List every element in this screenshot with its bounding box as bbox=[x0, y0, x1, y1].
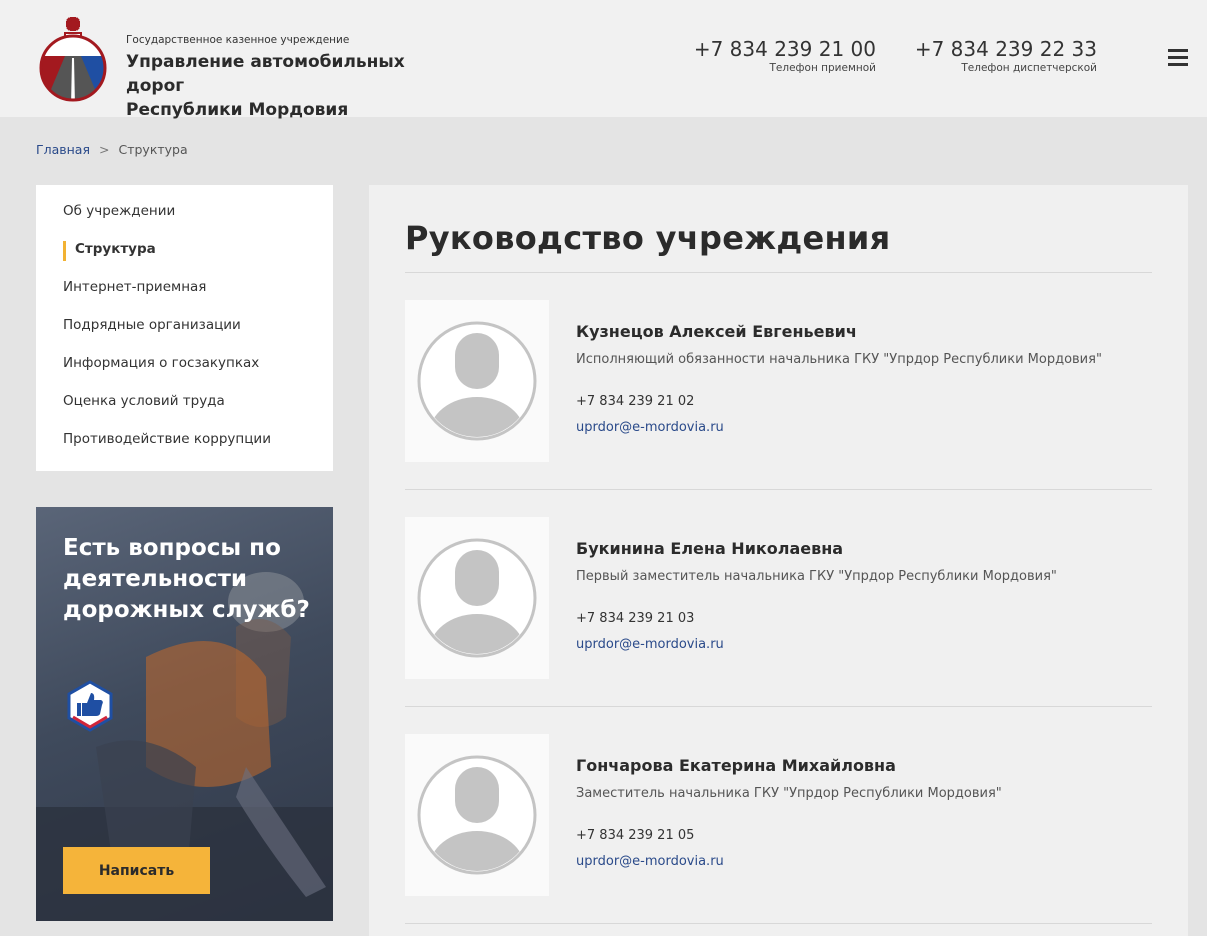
person-email-link[interactable]: uprdor@e-mordovia.ru bbox=[576, 420, 724, 435]
dispatch-phone-caption: Телефон диспетчерской bbox=[961, 62, 1097, 74]
person-email-link[interactable]: uprdor@e-mordovia.ru bbox=[576, 637, 724, 652]
write-button[interactable]: Написать bbox=[63, 847, 210, 894]
avatar-placeholder-icon bbox=[405, 734, 549, 896]
person-divider bbox=[405, 489, 1152, 490]
person-position: Исполняющий обязанности начальника ГКУ "… bbox=[576, 352, 1102, 367]
burger-line bbox=[1168, 49, 1188, 52]
breadcrumb-separator: > bbox=[99, 142, 110, 157]
hamburger-menu-icon[interactable] bbox=[1168, 49, 1188, 67]
reception-phone-number: +7 834 239 21 00 bbox=[693, 37, 876, 61]
dispatch-phone[interactable]: +7 834 239 22 33 Телефон диспетчерской bbox=[915, 37, 1097, 74]
org-name-line1: Управление автомобильных дорог bbox=[126, 52, 405, 96]
person-name: Букинина Елена Николаевна bbox=[576, 539, 844, 558]
org-name-line2: Республики Мордовия bbox=[126, 100, 349, 120]
sidebar-item-structure[interactable]: Структура bbox=[36, 241, 333, 279]
person-name: Кузнецов Алексей Евгеньевич bbox=[576, 322, 857, 341]
logo-emblem-icon[interactable] bbox=[34, 16, 112, 102]
person-divider bbox=[405, 923, 1152, 924]
reception-phone-caption: Телефон приемной bbox=[769, 62, 877, 74]
burger-line bbox=[1168, 56, 1188, 59]
person-email-link[interactable]: uprdor@e-mordovia.ru bbox=[576, 854, 724, 869]
breadcrumb-home-link[interactable]: Главная bbox=[36, 142, 90, 157]
person-position: Первый заместитель начальника ГКУ "Упрдо… bbox=[576, 569, 1057, 584]
person-name: Гончарова Екатерина Михайловна bbox=[576, 756, 896, 775]
sidebar-item-procurement[interactable]: Информация о госзакупках bbox=[36, 355, 333, 393]
avatar-placeholder-icon bbox=[405, 517, 549, 679]
avatar-placeholder-icon bbox=[405, 300, 549, 462]
main-content: Руководство учреждения Кузнецов Алексей … bbox=[369, 185, 1188, 936]
sidebar-item-reception[interactable]: Интернет-приемная bbox=[36, 279, 333, 317]
burger-line bbox=[1168, 63, 1188, 66]
sidebar-item-contractors[interactable]: Подрядные организации bbox=[36, 317, 333, 355]
page-title: Руководство учреждения bbox=[405, 219, 891, 257]
org-name[interactable]: Управление автомобильных дорог Республик… bbox=[126, 50, 466, 122]
sidebar-item-anti-corruption[interactable]: Противодействие коррупции bbox=[36, 431, 333, 469]
person-position: Заместитель начальника ГКУ "Упрдор Респу… bbox=[576, 786, 1002, 801]
promo-title: Есть вопросы по деятельности дорожных сл… bbox=[63, 535, 310, 623]
sidebar-item-about[interactable]: Об учреждении bbox=[36, 203, 333, 241]
breadcrumb-current: Структура bbox=[118, 142, 188, 157]
site-header: Государственное казенное учреждение Упра… bbox=[0, 0, 1207, 120]
person-phone[interactable]: +7 834 239 21 02 bbox=[576, 394, 694, 409]
person-card: Букинина Елена Николаевна Первый замести… bbox=[405, 517, 1152, 734]
person-phone[interactable]: +7 834 239 21 05 bbox=[576, 828, 694, 843]
sidebar-item-working-conditions[interactable]: Оценка условий труда bbox=[36, 393, 333, 431]
sidebar-menu: Об учреждении Структура Интернет-приемна… bbox=[36, 185, 333, 471]
person-card: Гончарова Екатерина Михайловна Заместите… bbox=[405, 734, 1152, 936]
person-phone[interactable]: +7 834 239 21 03 bbox=[576, 611, 694, 626]
person-card: Кузнецов Алексей Евгеньевич Исполняющий … bbox=[405, 300, 1152, 517]
title-divider bbox=[405, 272, 1152, 273]
org-subtitle: Государственное казенное учреждение bbox=[126, 34, 350, 46]
thumbs-up-icon bbox=[67, 680, 113, 732]
breadcrumb: Главная > Структура bbox=[36, 142, 188, 157]
feedback-promo-banner: Есть вопросы по деятельности дорожных сл… bbox=[36, 507, 333, 921]
dispatch-phone-number: +7 834 239 22 33 bbox=[914, 37, 1097, 61]
person-divider bbox=[405, 706, 1152, 707]
reception-phone[interactable]: +7 834 239 21 00 Телефон приемной bbox=[694, 37, 876, 74]
